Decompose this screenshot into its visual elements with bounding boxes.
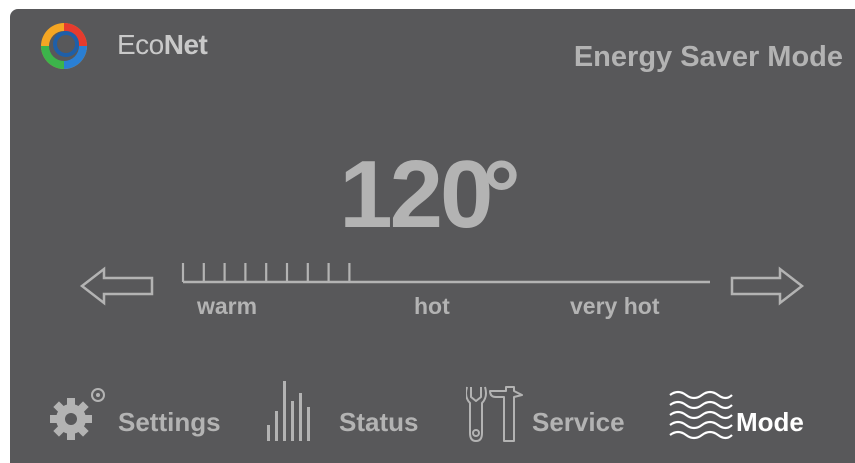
slider-label-hot: hot [414, 293, 450, 319]
brand-prefix: Eco [117, 29, 164, 60]
slider-ticks [181, 263, 351, 282]
wrench-hammer-icon [466, 386, 523, 442]
temperature-unit: ° [482, 141, 520, 248]
gears-icon [50, 388, 105, 440]
nav-settings[interactable]: Settings [50, 381, 240, 441]
temperature-slider[interactable] [180, 257, 710, 297]
econet-logo-icon [41, 23, 87, 69]
nav-service[interactable]: Service [466, 381, 646, 442]
brand-name: EcoNet [117, 29, 208, 61]
slider-label-warm: warm [197, 293, 258, 319]
nav-status[interactable]: Status [265, 381, 435, 441]
nav-mode-label: Mode [736, 407, 804, 437]
nav-mode[interactable]: Mode [668, 381, 848, 441]
increase-temperature-arrow-icon[interactable] [726, 263, 806, 309]
bar-graph-icon [267, 381, 310, 441]
nav-status-label: Status [339, 407, 419, 437]
brand-suffix: Net [163, 29, 208, 60]
temperature-value: 120 [339, 141, 493, 248]
decrease-temperature-arrow-icon[interactable] [78, 263, 158, 309]
temperature-display: 120° [10, 147, 855, 243]
mode-title: Energy Saver Mode [573, 41, 843, 73]
thermostat-screen: EcoNet Energy Saver Mode 120° warm hot v… [10, 9, 855, 463]
nav-settings-label: Settings [118, 407, 221, 437]
slider-label-very-hot: very hot [570, 293, 660, 319]
waves-icon [669, 390, 733, 440]
nav-service-label: Service [532, 407, 625, 437]
